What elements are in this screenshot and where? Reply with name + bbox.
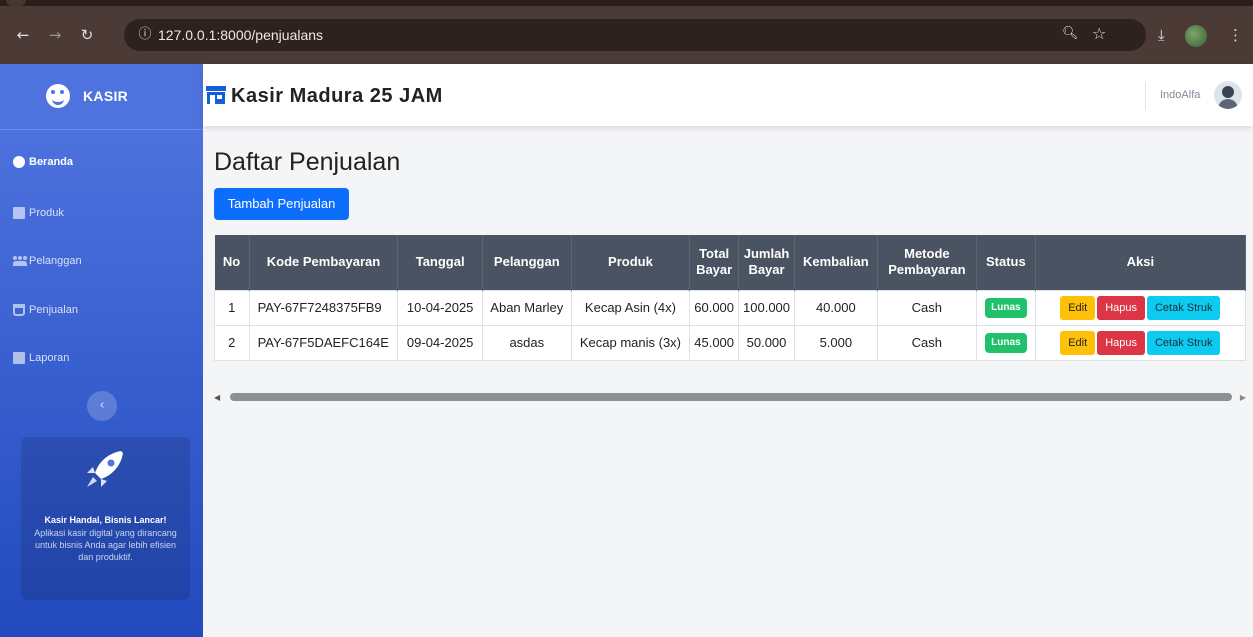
sidebar-item-label: Laporan <box>29 352 70 364</box>
sidebar-promo-card: Kasir Handal, Bisnis Lancar! Aplikasi ka… <box>21 437 190 600</box>
sidebar-item-label: Beranda <box>29 156 74 168</box>
print-receipt-button[interactable]: Cetak Struk <box>1146 330 1221 355</box>
col-header: Pelanggan <box>482 235 572 290</box>
sidebar-item-label: Pelanggan <box>29 255 82 267</box>
delete-button[interactable]: Hapus <box>1097 295 1145 320</box>
col-header: Produk <box>571 235 691 290</box>
sidebar-item-beranda[interactable]: Beranda <box>0 143 203 183</box>
box-icon <box>13 207 25 219</box>
table-header-row: No Kode Pembayaran Tanggal Pelanggan Pro… <box>214 235 1247 290</box>
forward-icon[interactable]: → <box>46 26 64 44</box>
cell-kode: PAY-67F7248375FB9 <box>248 289 399 326</box>
menu-kebab-icon[interactable]: ⋮ <box>1228 26 1243 44</box>
cell-status: Lunas <box>976 324 1036 361</box>
col-header: Status <box>976 235 1036 290</box>
users-icon <box>13 255 27 267</box>
add-sale-button[interactable]: Tambah Penjualan <box>214 188 349 220</box>
cell-status: Lunas <box>976 289 1036 326</box>
col-header: Aksi <box>1035 235 1247 290</box>
cell-produk: Kecap Asin (4x) <box>570 289 691 326</box>
table-row: 1 PAY-67F7248375FB9 10-04-2025 Aban Marl… <box>214 289 1247 326</box>
bookmark-star-icon[interactable]: ☆ <box>1092 24 1106 43</box>
laugh-logo-icon <box>46 84 70 108</box>
cell-tanggal: 09-04-2025 <box>397 324 483 361</box>
col-header: Jumlah Bayar <box>738 235 796 290</box>
col-header: Metode Pembayaran <box>877 235 978 290</box>
cell-no: 2 <box>214 324 250 361</box>
scrollbar-thumb[interactable] <box>230 393 1232 401</box>
sidebar-item-laporan[interactable]: Laporan <box>0 339 203 379</box>
sidebar-item-label: Produk <box>29 207 64 219</box>
cell-total: 45.000 <box>689 324 740 361</box>
cell-aksi: Edit Hapus Cetak Struk <box>1034 324 1247 361</box>
cell-metode: Cash <box>876 289 978 326</box>
col-header: Kembalian <box>794 235 878 290</box>
rocket-icon <box>87 451 123 487</box>
col-header: Total Bayar <box>689 235 740 290</box>
report-icon <box>13 352 25 364</box>
sidebar-item-penjualan[interactable]: Penjualan <box>0 291 203 331</box>
table-row: 2 PAY-67F5DAEFC164E 09-04-2025 asdas Kec… <box>214 324 1247 361</box>
cell-produk: Kecap manis (3x) <box>570 324 691 361</box>
reload-icon[interactable]: ↻ <box>78 26 96 44</box>
col-header: Kode Pembayaran <box>249 235 399 290</box>
sales-table: No Kode Pembayaran Tanggal Pelanggan Pro… <box>214 235 1247 361</box>
promo-title: Kasir Handal, Bisnis Lancar! <box>44 515 167 525</box>
edit-button[interactable]: Edit <box>1060 295 1096 320</box>
site-info-icon[interactable]: ⓘ <box>136 26 154 44</box>
cell-tanggal: 10-04-2025 <box>397 289 483 326</box>
cell-aksi: Edit Hapus Cetak Struk <box>1034 289 1247 326</box>
cell-pelanggan: Aban Marley <box>481 289 572 326</box>
app-title: Kasir Madura 25 JAM <box>231 85 443 107</box>
browser-toolbar: ← → ↻ ⓘ 127.0.0.1:8000/penjualans 🔍︎ ☆ ⤓… <box>0 6 1253 64</box>
cell-pelanggan: asdas <box>481 324 572 361</box>
cell-kembalian: 5.000 <box>794 324 878 361</box>
scroll-left-icon[interactable]: ◀ <box>214 393 220 402</box>
sidebar-item-pelanggan[interactable]: Pelanggan <box>0 242 203 282</box>
promo-text: Aplikasi kasir digital yang dirancang un… <box>34 528 177 562</box>
status-badge: Lunas <box>985 297 1027 318</box>
chevron-left-icon[interactable]: ‹ <box>87 391 117 421</box>
cell-no: 1 <box>214 289 250 326</box>
download-icon[interactable]: ⤓ <box>1158 26 1165 44</box>
topbar: Kasir Madura 25 JAM IndoAlfa <box>203 64 1253 126</box>
scroll-right-icon[interactable]: ▶ <box>1240 393 1246 402</box>
store-icon <box>206 86 226 104</box>
avatar[interactable] <box>1214 81 1242 109</box>
sidebar-item-produk[interactable]: Produk <box>0 194 203 234</box>
back-icon[interactable]: ← <box>14 26 32 44</box>
cell-jumlah: 50.000 <box>738 324 796 361</box>
sidebar-item-label: Penjualan <box>29 304 78 316</box>
zoom-icon[interactable]: 🔍︎ <box>1062 26 1079 41</box>
sidebar: KASIR Beranda Produk Pelanggan Penjualan… <box>0 64 203 637</box>
edit-button[interactable]: Edit <box>1060 330 1096 355</box>
url-text: 127.0.0.1:8000/penjualans <box>158 27 324 43</box>
col-header: No <box>214 235 250 290</box>
horizontal-scrollbar[interactable]: ◀ ▶ <box>214 391 1246 403</box>
cell-kode: PAY-67F5DAEFC164E <box>248 324 399 361</box>
dashboard-icon <box>13 156 25 168</box>
print-receipt-button[interactable]: Cetak Struk <box>1146 295 1221 320</box>
cell-total: 60.000 <box>689 289 740 326</box>
cell-jumlah: 100.000 <box>738 289 796 326</box>
extension-icon[interactable] <box>1185 25 1207 47</box>
address-bar[interactable]: ⓘ 127.0.0.1:8000/penjualans 🔍︎ ☆ <box>124 19 1146 51</box>
main-content: Kasir Madura 25 JAM IndoAlfa Daftar Penj… <box>203 64 1253 637</box>
col-header: Tanggal <box>397 235 483 290</box>
cell-kembalian: 40.000 <box>794 289 878 326</box>
sidebar-brand[interactable]: KASIR <box>0 64 203 130</box>
page-title: Daftar Penjualan <box>214 148 401 176</box>
cell-metode: Cash <box>876 324 978 361</box>
delete-button[interactable]: Hapus <box>1097 330 1145 355</box>
status-badge: Lunas <box>985 332 1027 353</box>
brand-text: KASIR <box>83 88 129 104</box>
topbar-divider <box>1145 82 1146 110</box>
user-name[interactable]: IndoAlfa <box>1160 89 1200 101</box>
cart-icon <box>13 304 25 316</box>
